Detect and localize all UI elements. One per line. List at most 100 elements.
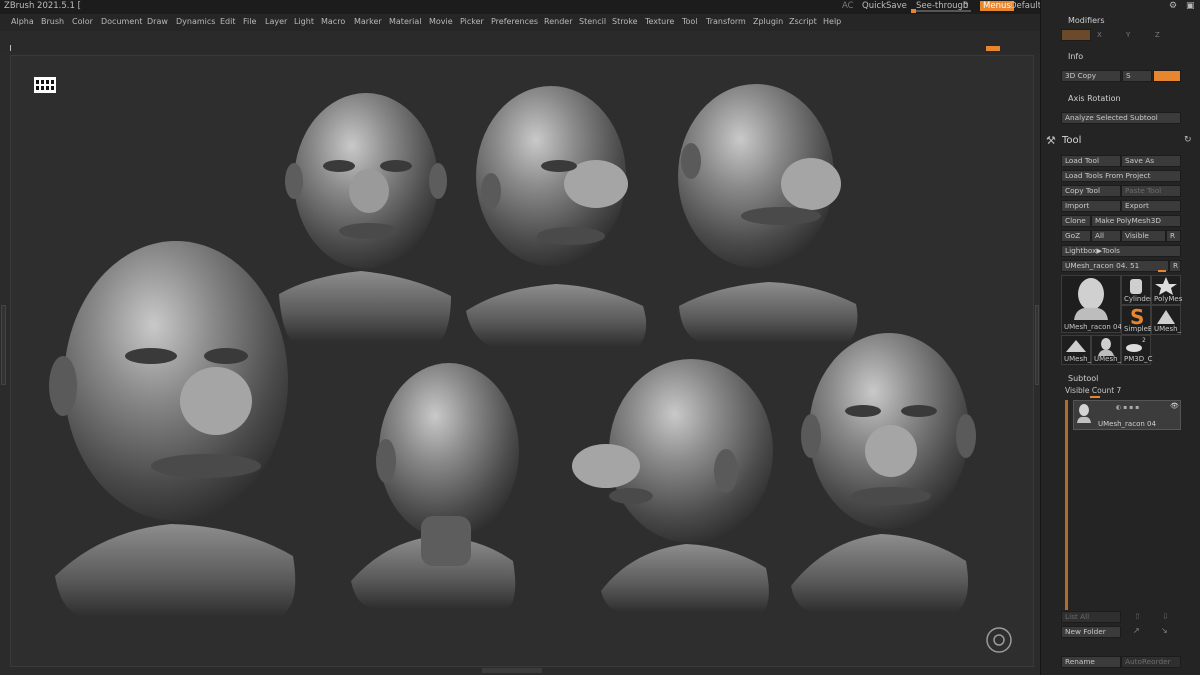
info-slider[interactable]: [1153, 70, 1181, 82]
quicksave-button[interactable]: QuickSave: [862, 1, 907, 11]
goz-button[interactable]: GoZ: [1061, 230, 1091, 242]
axis-x[interactable]: X: [1097, 31, 1102, 39]
menu-material[interactable]: Material: [389, 17, 422, 26]
tool-thumb-main-label: UMesh_racon 04: [1064, 323, 1122, 331]
all-button[interactable]: All: [1091, 230, 1121, 242]
menu-zscript[interactable]: Zscript: [789, 17, 817, 26]
subtool-scrollbar[interactable]: [1065, 400, 1068, 610]
save-as-button[interactable]: Save As: [1121, 155, 1181, 167]
3d-copy-button[interactable]: 3D Copy: [1061, 70, 1121, 82]
document-canvas[interactable]: [10, 55, 1034, 667]
visible-button[interactable]: Visible: [1121, 230, 1166, 242]
menu-zplugin[interactable]: Zplugin: [753, 17, 783, 26]
menu-preferences[interactable]: Preferences: [491, 17, 538, 26]
import-button[interactable]: Import: [1061, 200, 1121, 212]
subtool-header[interactable]: Subtool: [1068, 374, 1098, 383]
menu-render[interactable]: Render: [544, 17, 572, 26]
visible-count[interactable]: Visible Count 7: [1065, 386, 1121, 395]
tool-thumb-polymesh[interactable]: PolyMes: [1151, 275, 1182, 305]
info-header[interactable]: Info: [1068, 52, 1083, 61]
menu-texture[interactable]: Texture: [645, 17, 674, 26]
refresh-icon[interactable]: ↻: [1184, 135, 1192, 145]
settings-icon[interactable]: ⚙: [1169, 1, 1177, 11]
tool-thumb-pm3d-badge: 2: [1142, 337, 1146, 344]
menu-stencil[interactable]: Stencil: [579, 17, 606, 26]
tool-thumb-umesh[interactable]: UMesh_: [1151, 305, 1181, 335]
analyze-selected-subtool-button[interactable]: Analyze Selected Subtool: [1061, 112, 1181, 124]
load-tool-button[interactable]: Load Tool: [1061, 155, 1121, 167]
paste-tool-button[interactable]: Paste Tool: [1121, 185, 1181, 197]
menu-alpha[interactable]: Alpha: [11, 17, 34, 26]
current-tool-slider[interactable]: UMesh_racon 04. 51: [1061, 260, 1169, 272]
lightbox-tools-button[interactable]: Lightbox▶Tools: [1061, 245, 1181, 257]
autoreorder-button[interactable]: AutoReorder: [1121, 656, 1181, 668]
menus-toggle[interactable]: Menus: [980, 1, 1014, 11]
menu-marker[interactable]: Marker: [354, 17, 382, 26]
menu-color[interactable]: Color: [72, 17, 93, 26]
modifier-button[interactable]: [1061, 29, 1091, 41]
left-tray-handle[interactable]: [1, 305, 6, 385]
axis-rotation-header[interactable]: Axis Rotation: [1068, 94, 1121, 103]
subtool-toggle-icons[interactable]: ◐ ▪ ▪ ▪: [1116, 404, 1139, 411]
move-up-arrow-icon[interactable]: ↗: [1133, 626, 1140, 635]
hammer-icon: ⚒: [1046, 134, 1056, 147]
move-down-arrow-icon[interactable]: ↘: [1161, 626, 1168, 635]
menu-help[interactable]: Help: [823, 17, 841, 26]
sculpt-head-left-profile: [572, 359, 773, 612]
copy-tool-button[interactable]: Copy Tool: [1061, 185, 1121, 197]
current-tool-slider-knob[interactable]: [1158, 270, 1166, 272]
modifiers-header[interactable]: Modifiers: [1068, 16, 1105, 25]
visible-count-slider-knob[interactable]: [1090, 396, 1100, 398]
bottom-tray-handle[interactable]: [482, 668, 542, 673]
tool-thumb-main[interactable]: UMesh_racon 04: [1061, 275, 1122, 333]
eye-icon[interactable]: 👁: [1170, 402, 1179, 410]
new-folder-button[interactable]: New Folder: [1061, 626, 1121, 638]
s-button[interactable]: S: [1122, 70, 1152, 82]
tool-thumb-cylinder[interactable]: Cylinder: [1121, 275, 1153, 305]
see-through-slider-knob[interactable]: [911, 9, 916, 13]
load-tools-from-project-button[interactable]: Load Tools From Project: [1061, 170, 1181, 182]
menu-picker[interactable]: Picker: [460, 17, 484, 26]
list-all-button[interactable]: List All: [1061, 611, 1121, 623]
make-polymesh3d-button[interactable]: Make PolyMesh3D: [1091, 215, 1181, 227]
menu-movie[interactable]: Movie: [429, 17, 453, 26]
move-up-icon[interactable]: ⇧: [1134, 612, 1141, 621]
menu-brush[interactable]: Brush: [41, 17, 64, 26]
axis-z[interactable]: Z: [1155, 31, 1160, 39]
see-through-slider[interactable]: [911, 9, 971, 13]
tool-thumb-pm3d[interactable]: 2 PM3D_C: [1121, 335, 1153, 365]
menu-file[interactable]: File: [243, 17, 256, 26]
sculpt-viewport[interactable]: [11, 56, 1035, 668]
menu-transform[interactable]: Transform: [706, 17, 746, 26]
move-down-icon[interactable]: ⇩: [1162, 612, 1169, 621]
tool-thumb-umesh-3[interactable]: UMesh_: [1091, 335, 1121, 365]
mesh-icon: [1157, 310, 1175, 324]
subtool-item[interactable]: ◐ ▪ ▪ ▪ 👁 UMesh_racon 04: [1073, 400, 1181, 430]
svg-text:S: S: [1130, 306, 1144, 326]
menu-tool[interactable]: Tool: [682, 17, 698, 26]
menu-edit[interactable]: Edit: [220, 17, 236, 26]
ac-label[interactable]: AC: [842, 1, 854, 11]
menu-draw[interactable]: Draw: [147, 17, 168, 26]
tool-thumb-simplebrush[interactable]: S SimpleB: [1121, 305, 1153, 335]
tool-thumb-umesh-2[interactable]: UMesh_: [1061, 335, 1091, 365]
tool-thumb-pm3d-label: PM3D_C: [1124, 355, 1153, 363]
clone-button[interactable]: Clone: [1061, 215, 1091, 227]
menu-document[interactable]: Document: [101, 17, 142, 26]
right-tray-handle[interactable]: [1035, 305, 1039, 385]
export-button[interactable]: Export: [1121, 200, 1181, 212]
axis-y[interactable]: Y: [1126, 31, 1130, 39]
current-tool-r-button[interactable]: R: [1169, 260, 1181, 272]
navigation-gizmo-icon[interactable]: [986, 627, 1012, 653]
r-button[interactable]: R: [1166, 230, 1181, 242]
tool-header[interactable]: Tool: [1062, 135, 1081, 146]
menu-light[interactable]: Light: [294, 17, 314, 26]
menu-layer[interactable]: Layer: [265, 17, 287, 26]
menu-dynamics[interactable]: Dynamics: [176, 17, 215, 26]
menu-stroke[interactable]: Stroke: [612, 17, 638, 26]
menu-macro[interactable]: Macro: [321, 17, 345, 26]
sculpt-head-back-view: [351, 363, 519, 608]
rename-button[interactable]: Rename: [1061, 656, 1121, 668]
expand-icon[interactable]: ▣: [1186, 1, 1195, 11]
progress-marker: [986, 46, 1000, 51]
